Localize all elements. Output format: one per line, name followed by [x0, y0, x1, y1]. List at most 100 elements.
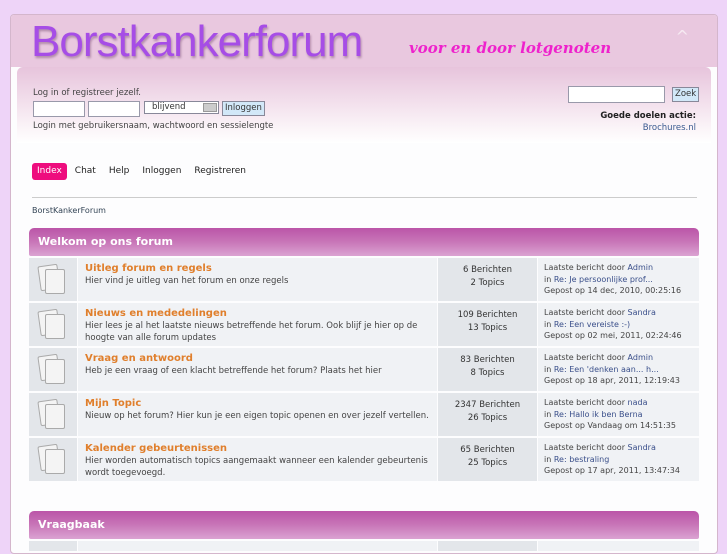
- board-stats: 6 Berichten 2 Topics: [438, 258, 537, 301]
- board-stats: 65 Berichten 25 Topics: [438, 438, 537, 481]
- board-description: Hier vind je uitleg van het forum en onz…: [85, 276, 289, 286]
- board-icon-cell: [29, 303, 77, 346]
- nav-index[interactable]: Index: [32, 163, 67, 180]
- session-length-select[interactable]: blijvend: [144, 101, 219, 114]
- last-post-topic[interactable]: Re: Een vereiste :-): [554, 320, 630, 329]
- in-label: in: [544, 319, 552, 329]
- category-title[interactable]: Vraagbaak: [29, 511, 699, 539]
- last-post-label: Laatste bericht door: [544, 308, 625, 317]
- in-label: in: [544, 454, 552, 464]
- login-panel: Log in of registreer jezelf. blijvend In…: [17, 67, 711, 143]
- board-info: Nieuws en mededelingen Hier lees je al he…: [78, 303, 437, 346]
- last-post-label: Laatste bericht door: [544, 353, 625, 362]
- nav-register[interactable]: Registreren: [189, 163, 251, 180]
- last-post-date: Gepost op 18 apr, 2011, 12:19:43: [544, 376, 680, 385]
- board-icon-cell: [29, 258, 77, 301]
- collapse-header-icon[interactable]: ^: [676, 27, 689, 46]
- charity-label: Goede doelen actie:: [600, 111, 696, 121]
- last-post-date: Gepost op Vandaag om 14:51:35: [544, 421, 676, 430]
- last-post-author[interactable]: Admin: [628, 353, 654, 362]
- topic-count: 26 Topics: [467, 413, 508, 423]
- board-title[interactable]: Kalender gebeurtenissen: [85, 443, 430, 455]
- topic-count: 2 Topics: [470, 278, 505, 288]
- username-input[interactable]: [33, 101, 85, 117]
- last-post-topic[interactable]: Re: Hallo ik ben Berna: [554, 410, 643, 419]
- board-info: Kalender gebeurtenissen Hier worden autom…: [78, 438, 437, 481]
- last-post: Laatste bericht door Sandra in Re: bestra…: [538, 438, 699, 481]
- site-header: Borstkankerforum voor en door lotgenoten…: [11, 15, 717, 67]
- last-post-label: Laatste bericht door: [544, 443, 625, 452]
- dropdown-arrow-icon: [203, 103, 217, 112]
- last-post-date: Gepost op 17 apr, 2011, 13:47:34: [544, 466, 680, 475]
- board-icon: [37, 308, 67, 340]
- topic-count: 25 Topics: [467, 458, 508, 468]
- session-length-value: blijvend: [152, 102, 186, 112]
- charity-link[interactable]: Brochures.nl: [643, 123, 696, 133]
- last-post-topic[interactable]: Re: Je persoonlijke prof...: [554, 275, 653, 284]
- category-title[interactable]: Welkom op ons forum: [29, 228, 699, 256]
- board-description: Hier lees je al het laatste nieuws betre…: [85, 321, 418, 343]
- board-stats: 109 Berichten 13 Topics: [438, 303, 537, 346]
- post-count: 6 Berichten: [462, 265, 513, 275]
- last-post: Laatste bericht door Sandra in Re: Een ve…: [538, 303, 699, 346]
- last-post-author[interactable]: Sandra: [628, 308, 656, 317]
- last-post: Laatste bericht door Admin in Re: Je pers…: [538, 258, 699, 301]
- board-icon-cell: [29, 438, 77, 481]
- board-stats: 2347 Berichten 26 Topics: [438, 393, 537, 436]
- last-post-author[interactable]: Admin: [628, 263, 654, 272]
- post-count: 65 Berichten: [460, 445, 515, 455]
- category-welcome: Welkom op ons forum Uitleg forum en rege…: [29, 228, 699, 481]
- board-title[interactable]: Mijn Topic: [85, 398, 430, 410]
- login-button[interactable]: Inloggen: [222, 101, 265, 116]
- last-post-date: Gepost op 02 mei, 2011, 02:24:46: [544, 331, 682, 340]
- board-title[interactable]: Vraag en antwoord: [85, 353, 430, 365]
- topic-count: 13 Topics: [467, 323, 508, 333]
- breadcrumb[interactable]: BorstKankerForum: [32, 206, 106, 215]
- post-count: 2347 Berichten: [454, 400, 521, 410]
- board-stats: 83 Berichten 8 Topics: [438, 348, 537, 391]
- nav-chat[interactable]: Chat: [70, 163, 101, 180]
- post-count: 109 Berichten: [457, 310, 518, 320]
- divider: [32, 197, 697, 198]
- last-post-author[interactable]: nada: [628, 398, 648, 407]
- board-row: [29, 541, 699, 551]
- search-input[interactable]: [568, 86, 665, 103]
- in-label: in: [544, 409, 552, 419]
- board-description: Hier worden automatisch topics aangemaak…: [85, 456, 428, 478]
- board-icon: [37, 353, 67, 385]
- site-slogan: voor en door lotgenoten: [409, 39, 612, 57]
- board-icon: [37, 398, 67, 430]
- nav-login[interactable]: Inloggen: [137, 163, 186, 180]
- board-row: Vraag en antwoord Heb je een vraag of een…: [29, 348, 699, 391]
- board-icon: [37, 443, 67, 475]
- main-nav: Index Chat Help Inloggen Registreren: [32, 163, 254, 180]
- last-post-label: Laatste bericht door: [544, 398, 625, 407]
- board-description: Heb je een vraag of een klacht betreffen…: [85, 366, 382, 376]
- last-post-author[interactable]: Sandra: [628, 443, 656, 452]
- last-post: Laatste bericht door nada in Re: Hallo ik…: [538, 393, 699, 436]
- login-help-text: Login met gebruikersnaam, wachtwoord en …: [33, 121, 274, 131]
- last-post-label: Laatste bericht door: [544, 263, 625, 272]
- board-icon-cell: [29, 393, 77, 436]
- board-title[interactable]: Nieuws en mededelingen: [85, 308, 430, 320]
- category-vraagbaak: Vraagbaak: [29, 511, 699, 551]
- board-icon: [37, 263, 67, 295]
- board-info: Vraag en antwoord Heb je een vraag of een…: [78, 348, 437, 391]
- board-row: Uitleg forum en regels Hier vind je uitle…: [29, 258, 699, 301]
- password-input[interactable]: [88, 101, 140, 117]
- last-post-topic[interactable]: Re: bestraling: [554, 455, 609, 464]
- in-label: in: [544, 274, 552, 284]
- last-post: Laatste bericht door Admin in Re: Een 'de…: [538, 348, 699, 391]
- post-count: 83 Berichten: [460, 355, 515, 365]
- board-info: Uitleg forum en regels Hier vind je uitle…: [78, 258, 437, 301]
- board-title[interactable]: Uitleg forum en regels: [85, 263, 430, 275]
- board-description: Nieuw op het forum? Hier kun je een eige…: [85, 411, 429, 421]
- board-info: Mijn Topic Nieuw op het forum? Hier kun j…: [78, 393, 437, 436]
- nav-help[interactable]: Help: [104, 163, 135, 180]
- search-button[interactable]: Zoek: [672, 87, 700, 102]
- topic-count: 8 Topics: [470, 368, 505, 378]
- page-container: Borstkankerforum voor en door lotgenoten…: [10, 14, 718, 554]
- last-post-topic[interactable]: Re: Een 'denken aan... h...: [554, 365, 659, 374]
- login-prompt: Log in of registreer jezelf.: [33, 88, 141, 98]
- site-logo[interactable]: Borstkankerforum: [31, 17, 363, 67]
